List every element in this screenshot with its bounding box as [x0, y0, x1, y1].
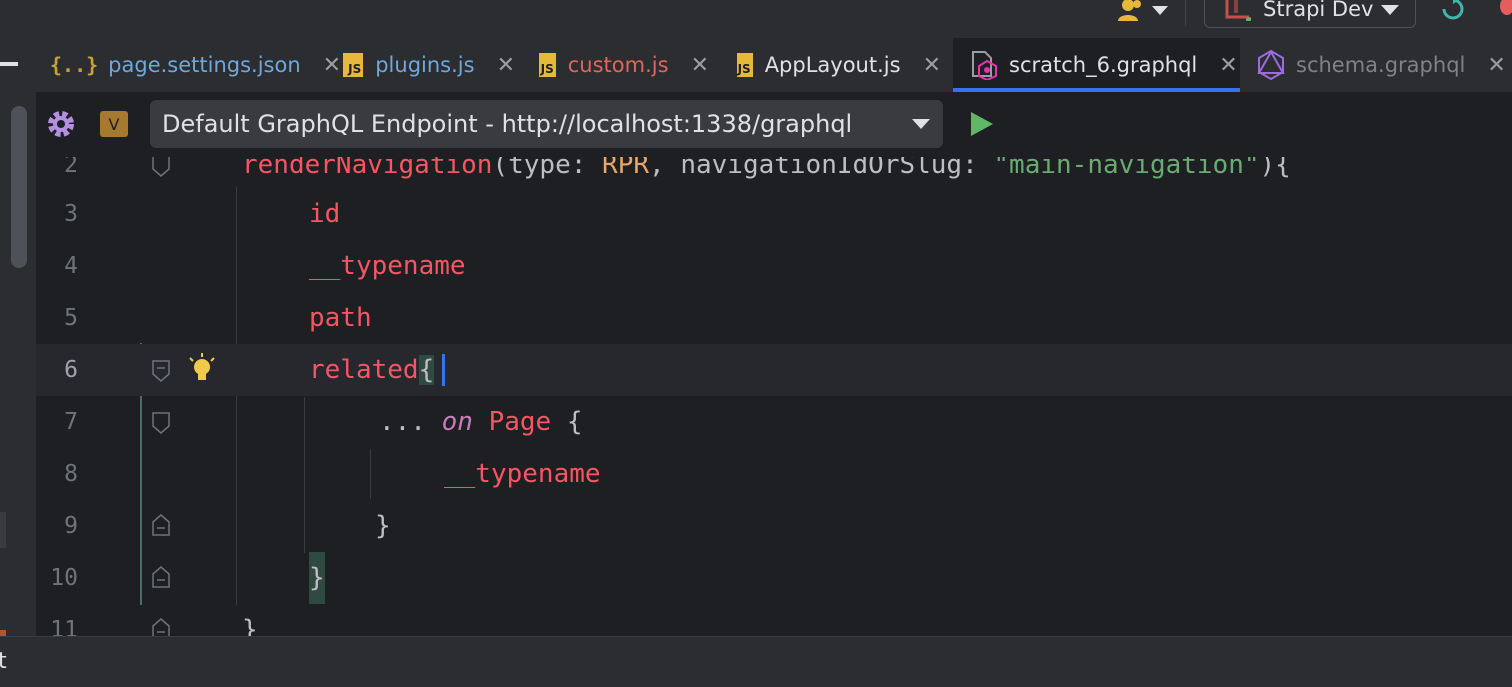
- line-number: 5: [64, 305, 78, 331]
- close-icon[interactable]: ✕: [323, 53, 341, 78]
- gear-icon[interactable]: [46, 109, 76, 139]
- json-file-icon: {..}: [50, 53, 99, 77]
- line-number: 6: [64, 357, 78, 383]
- scrollbar-thumb[interactable]: [11, 106, 27, 268]
- left-tool-strip: [0, 92, 36, 636]
- code-line: 8 __typename: [36, 448, 1512, 500]
- code-text: related{: [309, 355, 435, 385]
- run-query-icon[interactable]: [970, 111, 994, 137]
- tab-label: plugins.js: [375, 53, 475, 77]
- tab-label: schema.graphql: [1296, 53, 1466, 77]
- js-file-icon: JS: [737, 53, 753, 77]
- status-bar: t: [0, 636, 1512, 687]
- code-line-current: 6 related{: [36, 344, 1512, 396]
- tab-label: page.settings.json: [108, 53, 301, 77]
- code-line: 2 renderNavigation(type: RPR, navigation…: [36, 157, 1512, 191]
- run-config-selector[interactable]: Strapi Dev: [1204, 0, 1416, 28]
- fold-icon[interactable]: [152, 514, 170, 536]
- sidebar-collapse-marker[interactable]: [0, 62, 18, 66]
- strapi-config-icon: [1225, 0, 1251, 21]
- tab-label: scratch_6.graphql: [1009, 53, 1198, 77]
- chevron-down-icon: [1152, 6, 1168, 15]
- code-line: 10 }: [36, 552, 1512, 604]
- tab-scratch-6-graphql[interactable]: scratch_6.graphql ✕: [953, 38, 1240, 92]
- js-file-icon: JS: [539, 53, 556, 77]
- tab-label: AppLayout.js: [764, 53, 901, 77]
- tab-applayout-js[interactable]: JS AppLayout.js ✕: [737, 38, 941, 92]
- lightbulb-icon[interactable]: [187, 352, 217, 384]
- chevron-down-icon: [912, 119, 930, 129]
- code-text: path: [309, 303, 372, 333]
- line-number: 11: [50, 617, 78, 636]
- line-number: 9: [64, 513, 78, 539]
- strip-marker: [0, 512, 6, 548]
- line-number: 3: [64, 201, 78, 227]
- editor-tab-bar: {..} page.settings.json ✕ JS plugins.js …: [0, 38, 1512, 93]
- debug-bug-icon[interactable]: [1497, 0, 1512, 16]
- code-text: __typename: [309, 251, 466, 281]
- close-icon[interactable]: ✕: [497, 53, 515, 78]
- code-line: 5 path: [36, 292, 1512, 344]
- status-text: t: [0, 649, 7, 674]
- endpoint-selected-value: Default GraphQL Endpoint - http://localh…: [162, 110, 853, 138]
- tab-schema-graphql[interactable]: schema.graphql ✕: [1256, 38, 1512, 92]
- code-text: ... on Page {: [379, 407, 583, 437]
- close-icon[interactable]: ✕: [923, 53, 941, 78]
- graphql-endpoint-bar: V Default GraphQL Endpoint - http://loca…: [36, 93, 1512, 157]
- line-number: 8: [64, 461, 78, 487]
- tab-label: custom.js: [567, 53, 669, 77]
- user-menu-button[interactable]: [1116, 0, 1172, 30]
- run-config-label: Strapi Dev: [1263, 0, 1374, 21]
- fold-icon[interactable]: [152, 618, 170, 636]
- code-line: 11 }: [36, 604, 1512, 636]
- chevron-down-icon: [1381, 5, 1399, 15]
- users-icon: [1118, 0, 1141, 21]
- close-icon[interactable]: ✕: [691, 53, 709, 78]
- line-number: 10: [50, 565, 78, 591]
- tab-page-settings-json[interactable]: {..} page.settings.json ✕: [50, 38, 341, 92]
- code-editor[interactable]: 2 renderNavigation(type: RPR, navigation…: [36, 157, 1512, 636]
- code-line: 7 ... on Page {: [36, 396, 1512, 448]
- top-toolbar: Strapi Dev: [0, 0, 1512, 38]
- fold-icon[interactable]: [152, 157, 170, 177]
- endpoint-select[interactable]: Default GraphQL Endpoint - http://localh…: [150, 100, 943, 148]
- variables-badge[interactable]: V: [100, 111, 128, 137]
- code-line: 3 id: [36, 188, 1512, 240]
- line-number: 2: [64, 157, 78, 178]
- fold-icon[interactable]: [152, 566, 170, 588]
- js-file-icon: JS: [343, 53, 364, 77]
- line-number: 7: [64, 409, 78, 435]
- matched-brace: }: [309, 552, 325, 604]
- fold-icon[interactable]: [152, 412, 170, 434]
- code-line: 4 __typename: [36, 240, 1512, 292]
- graphql-scratch-icon: [972, 51, 997, 80]
- tab-custom-js[interactable]: JS custom.js ✕: [539, 38, 709, 92]
- code-text: }: [375, 511, 391, 541]
- close-icon[interactable]: ✕: [1219, 53, 1237, 78]
- code-text: id: [309, 199, 341, 229]
- code-text: __typename: [444, 459, 601, 489]
- fold-icon[interactable]: [152, 360, 170, 382]
- tab-plugins-js[interactable]: JS plugins.js ✕: [343, 38, 515, 92]
- code-text: renderNavigation(type: RPR, navigationId…: [242, 157, 1291, 180]
- update-running-icon[interactable]: [1440, 0, 1466, 22]
- graphql-icon: [1257, 49, 1285, 81]
- code-line: 9 }: [36, 500, 1512, 552]
- close-icon[interactable]: ✕: [1487, 53, 1505, 78]
- divider: [1185, 0, 1186, 26]
- matched-brace: {: [418, 355, 435, 385]
- text-cursor: [442, 354, 445, 386]
- code-text: }: [242, 615, 258, 636]
- line-number: 4: [64, 253, 78, 279]
